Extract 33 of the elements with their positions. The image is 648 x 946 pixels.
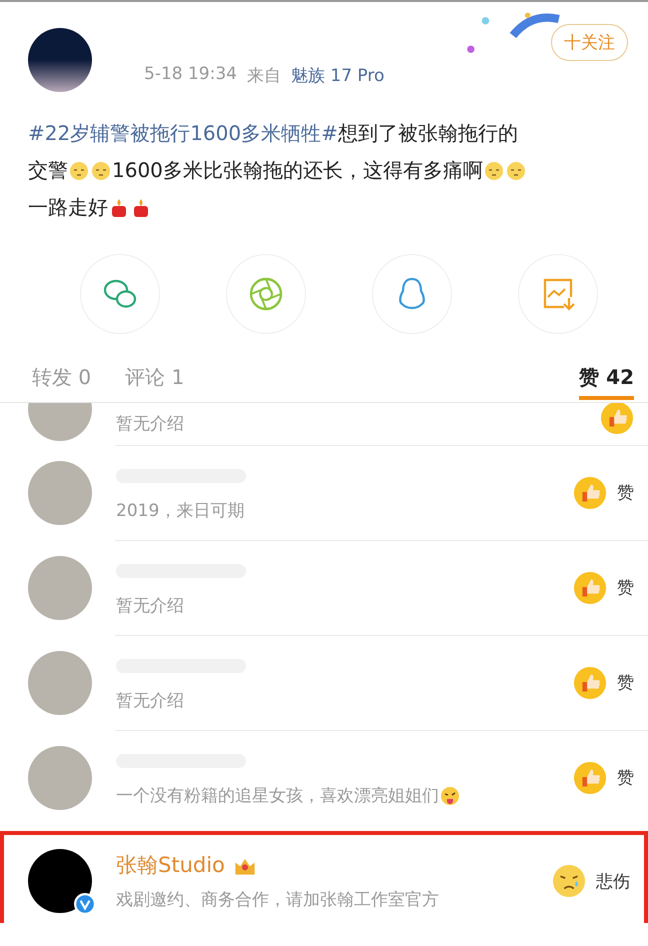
sleepy-face-icon — [69, 160, 89, 180]
user-bio: 暂无介绍 — [116, 595, 184, 617]
user-name[interactable]: 张翰Studio — [116, 850, 225, 878]
sad-face-icon — [552, 864, 586, 898]
source-label: 来自 — [246, 65, 281, 87]
reaction-label: 赞 — [617, 482, 634, 504]
thumbs-up-icon — [573, 476, 607, 510]
post-time: 5-18 19:34 — [144, 64, 237, 86]
user-bio: 暂无介绍 — [116, 413, 184, 435]
user-bio: 2019，来日可期 — [116, 500, 244, 522]
user-bio: 戏剧邀约、商务合作，请加张翰工作室官方 — [116, 888, 439, 910]
tab[interactable]: 转发 0 — [32, 364, 92, 400]
tab[interactable]: 评论 1 — [125, 364, 184, 400]
reaction-label: 赞 — [617, 577, 634, 599]
post-text: #22岁辅警被拖行1600多米牺牲#想到了被张翰拖行的 交警 1600多米比张翰拖的还长，这得有多痛啊 一路走好 — [28, 115, 628, 226]
reaction-label: 赞 — [617, 672, 634, 694]
hashtag-link[interactable]: #22岁辅警被拖行1600多米牺牲# — [28, 115, 338, 152]
candle-icon — [131, 198, 151, 218]
reaction-label: 赞 — [617, 767, 634, 789]
sleepy-face-icon — [91, 160, 111, 180]
sleepy-face-icon — [506, 160, 526, 180]
thumbs-up-icon — [600, 403, 634, 435]
user-bio: 暂无介绍 — [116, 690, 184, 712]
user-bio: 一个没有粉籍的追星女孩，喜欢漂亮姐姐们 — [116, 785, 439, 807]
source-device-link[interactable]: 魅族 17 Pro — [290, 64, 384, 87]
reaction-label: 悲伤 — [596, 870, 630, 892]
thumbs-up-icon — [573, 760, 607, 794]
follow-button[interactable]: 十关注 — [551, 24, 628, 61]
candle-icon — [109, 198, 129, 218]
thumbs-up-icon — [573, 570, 607, 604]
sleepy-face-icon — [484, 160, 504, 180]
thumbs-up-icon — [573, 666, 607, 700]
tab[interactable]: 赞 42 — [579, 364, 634, 400]
